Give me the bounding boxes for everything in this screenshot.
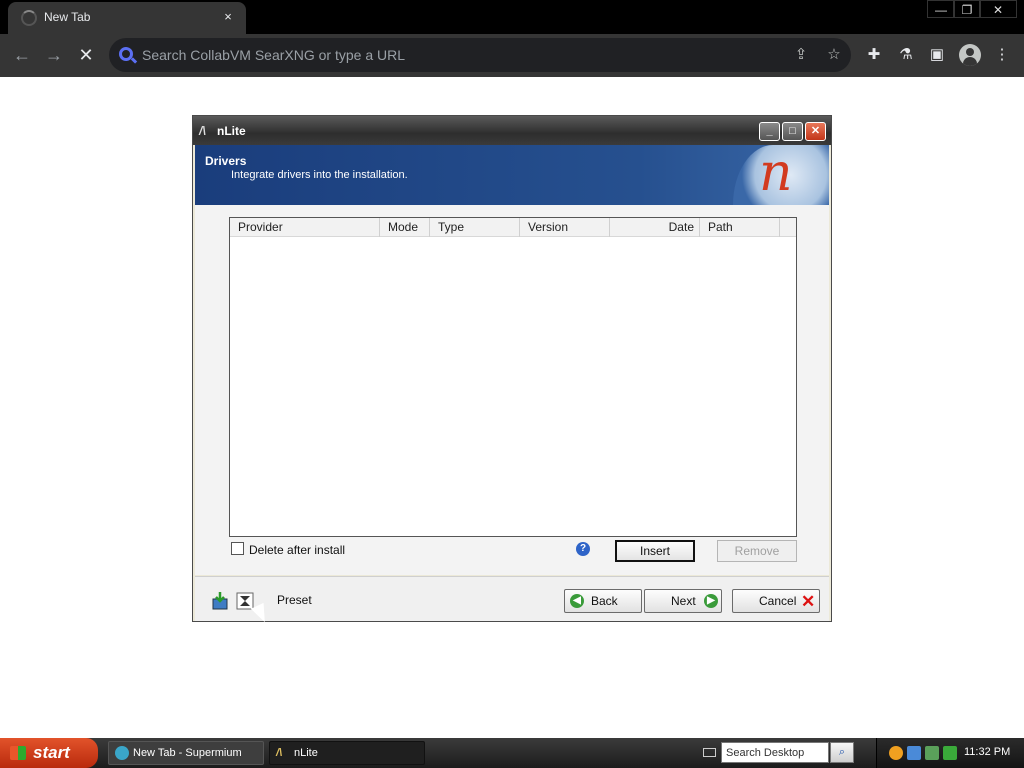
back-button-label: Back bbox=[591, 594, 618, 608]
wizard-footer: Preset ◀ Back Next ▶ Cancel ✕ bbox=[195, 576, 829, 626]
tray-security-icon[interactable] bbox=[943, 746, 957, 760]
window-minimize-button[interactable]: — bbox=[927, 0, 955, 18]
taskbar-item-label: New Tab - Supermium bbox=[133, 747, 242, 759]
share-icon[interactable]: ⇪ bbox=[792, 46, 810, 64]
tab-title: New Tab bbox=[44, 10, 91, 24]
column-date[interactable]: Date bbox=[610, 218, 700, 237]
back-button[interactable]: ◀ Back bbox=[564, 589, 642, 613]
taskbar: start New Tab - Supermium /\ nLite ⌕ 11:… bbox=[0, 738, 1024, 768]
content-panel: Provider Mode Type Version Date Path Del… bbox=[195, 205, 829, 575]
tray-search-icon[interactable] bbox=[907, 746, 921, 760]
tab-close-icon[interactable]: × bbox=[218, 7, 238, 27]
tool-menu-button[interactable] bbox=[209, 589, 272, 626]
supermium-icon bbox=[115, 746, 129, 760]
tray-network-icon[interactable] bbox=[925, 746, 939, 760]
forward-arrow-icon[interactable]: → bbox=[41, 42, 67, 68]
browser-tab[interactable]: New Tab × bbox=[8, 2, 246, 34]
sidepanel-icon[interactable]: ▣ bbox=[927, 45, 947, 65]
delete-after-install-label[interactable]: Delete after install bbox=[249, 543, 345, 557]
insert-button[interactable]: Insert bbox=[615, 540, 695, 562]
remove-button[interactable]: Remove bbox=[717, 540, 797, 562]
next-arrow-icon: ▶ bbox=[704, 594, 718, 608]
page-title: Drivers bbox=[205, 154, 247, 168]
profile-icon[interactable] bbox=[959, 44, 981, 66]
taskbar-item-supermium[interactable]: New Tab - Supermium bbox=[108, 741, 264, 765]
back-arrow-icon: ◀ bbox=[570, 594, 584, 608]
nlite-app-icon: /\ bbox=[199, 124, 206, 138]
nlite-maximize-button[interactable]: □ bbox=[782, 122, 803, 141]
page-subtitle: Integrate drivers into the installation. bbox=[231, 169, 408, 181]
desktop-search-go-icon[interactable]: ⌕ bbox=[830, 742, 854, 763]
tray-app-icon[interactable] bbox=[889, 746, 903, 760]
nlite-minimize-button[interactable]: _ bbox=[759, 122, 780, 141]
mouse-cursor-icon bbox=[250, 602, 272, 626]
loading-spinner-icon bbox=[21, 10, 37, 26]
nlite-close-button[interactable]: ✕ bbox=[805, 122, 826, 141]
delete-after-install-checkbox[interactable] bbox=[231, 542, 244, 555]
omnibox[interactable]: ⇪ ☆ bbox=[109, 38, 851, 72]
column-version[interactable]: Version bbox=[520, 218, 610, 237]
column-path[interactable]: Path bbox=[700, 218, 780, 237]
nlite-window: /\ nLite _ □ ✕ Drivers Integrate drivers… bbox=[192, 115, 832, 626]
help-icon[interactable]: ? bbox=[576, 542, 590, 556]
window-restore-button[interactable]: ❐ bbox=[953, 0, 981, 18]
start-button[interactable]: start bbox=[0, 738, 98, 768]
cancel-button-label: Cancel bbox=[759, 594, 797, 608]
taskbar-item-label: nLite bbox=[294, 747, 318, 759]
next-button-label: Next bbox=[671, 594, 696, 608]
start-label: start bbox=[33, 743, 70, 762]
window-title: nLite bbox=[217, 124, 246, 138]
page-banner: Drivers Integrate drivers into the insta… bbox=[195, 145, 829, 205]
nlite-logo: n bbox=[733, 145, 829, 205]
nlite-titlebar[interactable]: /\ nLite _ □ ✕ bbox=[193, 116, 831, 145]
column-mode[interactable]: Mode bbox=[380, 218, 430, 237]
drivers-list[interactable]: Provider Mode Type Version Date Path bbox=[229, 217, 797, 537]
nlite-taskbar-icon: /\ bbox=[276, 747, 283, 759]
cancel-button[interactable]: Cancel ✕ bbox=[732, 589, 820, 613]
back-arrow-icon[interactable]: ← bbox=[9, 42, 35, 68]
keyboard-icon[interactable] bbox=[703, 748, 716, 757]
browser-toolbar: ← → ✕ ⇪ ☆ ✚ ⚗ ▣ ⋮ bbox=[0, 34, 1024, 77]
desktop-search-input[interactable] bbox=[726, 745, 826, 761]
column-type[interactable]: Type bbox=[430, 218, 520, 237]
cancel-x-icon: ✕ bbox=[801, 592, 816, 611]
next-button[interactable]: Next ▶ bbox=[644, 589, 722, 613]
stop-loading-icon[interactable]: ✕ bbox=[73, 42, 99, 68]
preset-label[interactable]: Preset bbox=[277, 593, 312, 607]
list-header: Provider Mode Type Version Date Path bbox=[230, 218, 796, 237]
extensions-icon[interactable]: ✚ bbox=[864, 45, 884, 65]
column-provider[interactable]: Provider bbox=[230, 218, 380, 237]
desktop-search-box[interactable] bbox=[721, 742, 829, 763]
window-close-button[interactable]: ✕ bbox=[979, 0, 1017, 18]
search-icon bbox=[119, 47, 133, 61]
bookmark-star-icon[interactable]: ☆ bbox=[825, 46, 843, 64]
omnibox-input[interactable] bbox=[142, 45, 782, 65]
menu-icon[interactable]: ⋮ bbox=[992, 45, 1012, 65]
taskbar-item-nlite[interactable]: /\ nLite bbox=[269, 741, 425, 765]
labs-icon[interactable]: ⚗ bbox=[896, 45, 916, 65]
clock[interactable]: 11:32 PM bbox=[964, 746, 1010, 758]
windows-flag-icon bbox=[10, 746, 26, 760]
nlite-logo-letter: n bbox=[759, 143, 793, 203]
browser-tabstrip: New Tab × — ❐ ✕ bbox=[0, 0, 1024, 34]
